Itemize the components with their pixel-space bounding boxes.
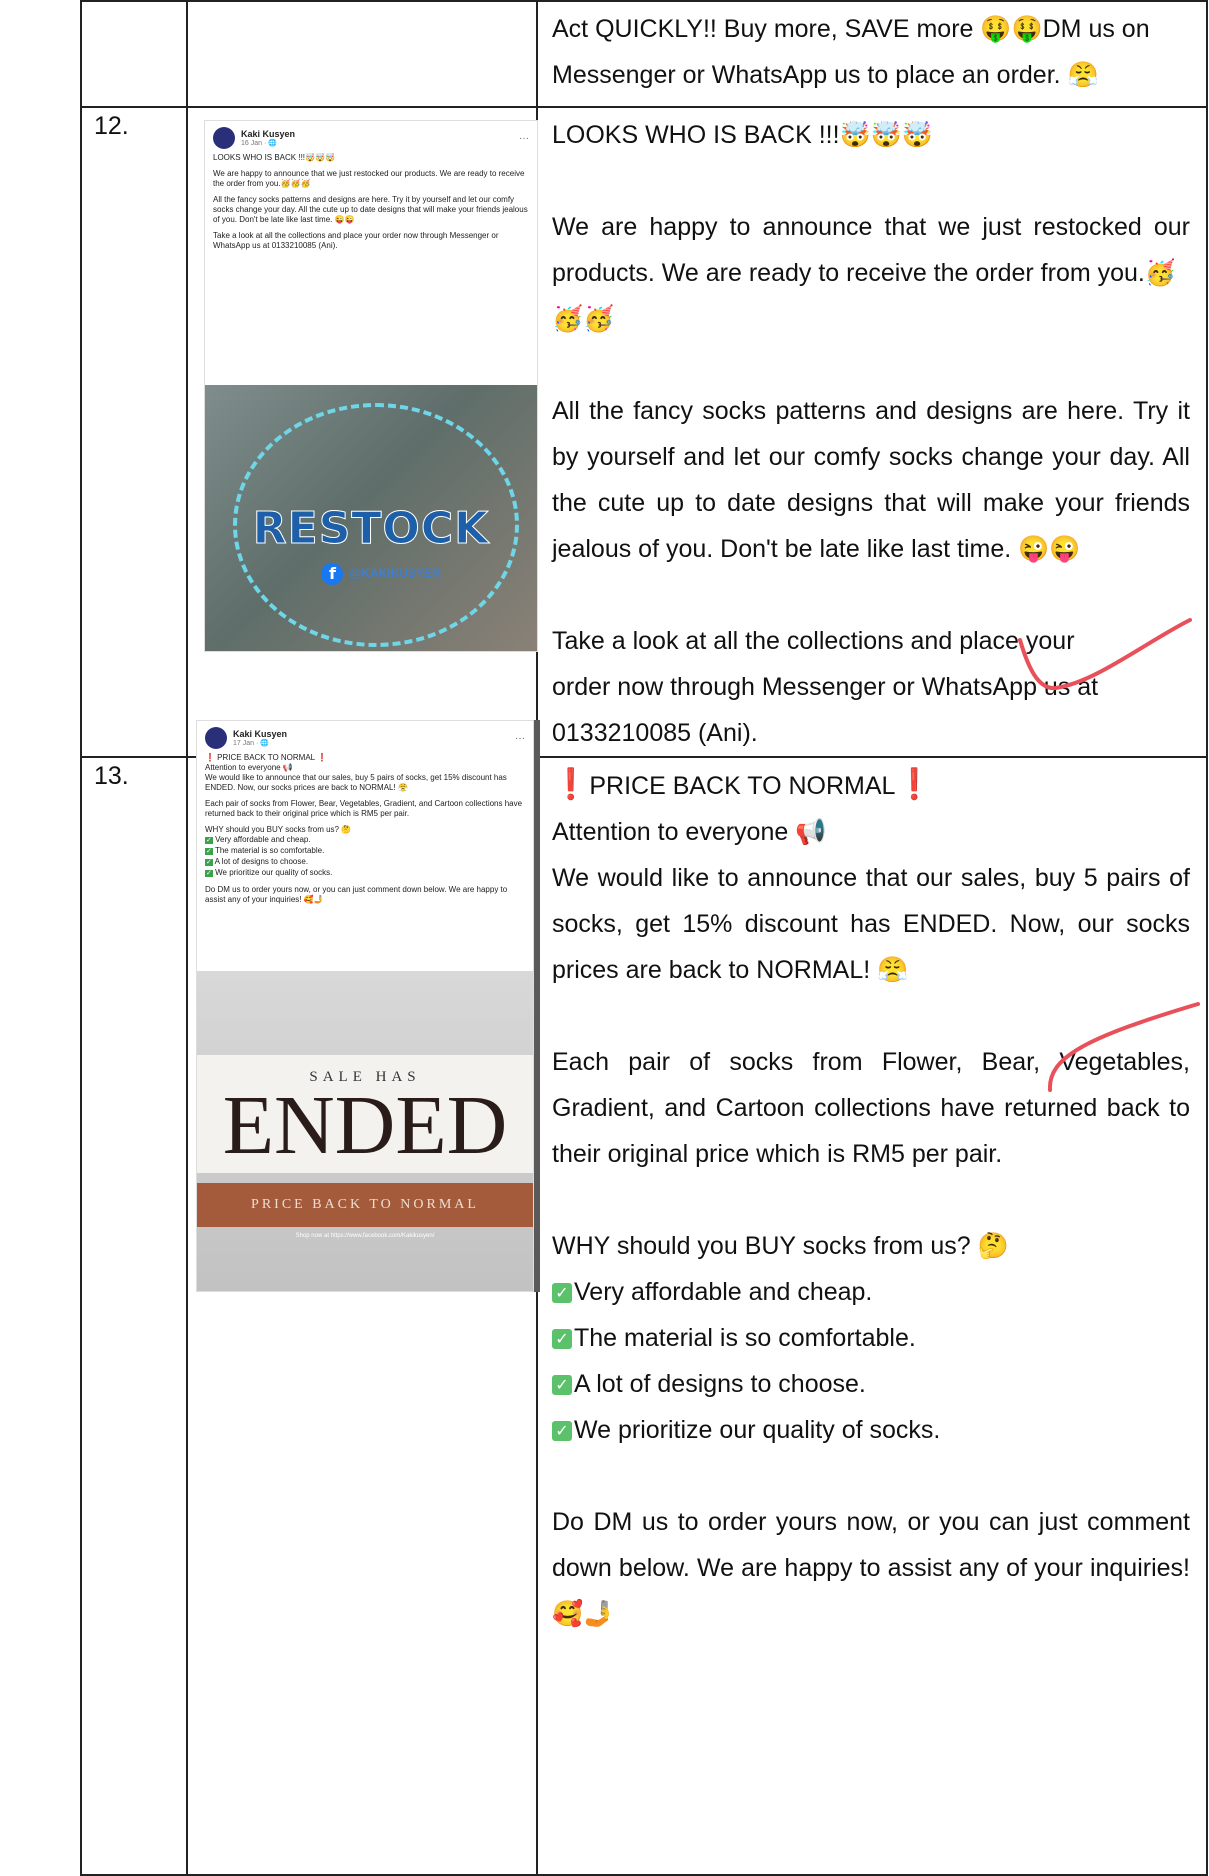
caption-emoji: 🥳🥳 [552, 305, 615, 333]
number-cell: 13. [80, 756, 188, 1876]
table-row: Act QUICKLY!! Buy more, SAVE more 🤑🤑DM u… [80, 0, 1208, 108]
caption-paragraph: Do DM us to order yours now, or you can … [552, 1508, 1190, 1628]
caption-paragraph: We are happy to announce that we just re… [552, 213, 1190, 287]
caption-text: ❗PRICE BACK TO NORMAL❗ Attention to ever… [538, 758, 1206, 1637]
check-icon: ✓ [205, 848, 213, 855]
check-icon: ✓ [552, 1283, 572, 1304]
sale-ended-image: SALE HAS ENDED PRICE BACK TO NORMAL Shop… [197, 971, 533, 1291]
post-line: We would like to announce that our sales… [205, 773, 507, 792]
dark-edge [534, 720, 540, 1292]
restock-word: RESTOCK [252, 503, 490, 555]
page-name: Kaki Kusyen [241, 128, 296, 139]
post-body: LOOKS WHO IS BACK !!!🤯🤯🤯 We are happy to… [205, 153, 537, 251]
exclamation-icon: ❗ [895, 768, 933, 801]
check-icon: ✓ [552, 1421, 572, 1442]
post-date: 16 Jan · 🌐 [241, 139, 277, 147]
row-number: 12. [94, 112, 129, 140]
benefit-text: We prioritize our quality of socks. [574, 1416, 941, 1444]
caption-paragraph: We would like to announce that our sales… [552, 864, 1190, 984]
avatar [213, 127, 235, 149]
row-number: 13. [94, 762, 129, 790]
post-line: Take a look at all the collections and p… [213, 231, 499, 250]
check-icon: ✓ [205, 837, 213, 844]
caption-line: Messenger or WhatsApp us to place an ord… [552, 61, 1099, 89]
benefit-item: ✓ Very affordable and cheap. [552, 1269, 1190, 1315]
more-icon: ··· [515, 732, 525, 744]
red-checkmark-icon [1047, 1002, 1200, 1092]
post-line: ✓ A lot of designs to choose. [205, 857, 309, 866]
caption-line: Act QUICKLY!! Buy more, SAVE more 🤑🤑DM u… [552, 15, 1150, 43]
avatar [205, 727, 227, 749]
caption-why: WHY should you BUY socks from us? 🤔 [552, 1232, 1009, 1260]
more-icon: ··· [519, 132, 529, 144]
post-header: Kaki Kusyen 17 Jan · 🌐 ··· [197, 721, 533, 753]
exclamation-icon: ❗ [552, 768, 590, 801]
benefit-text: Very affordable and cheap. [574, 1278, 873, 1306]
caption-title: LOOKS WHO IS BACK !!!🤯🤯🤯 [552, 121, 933, 149]
benefit-item: ✓ A lot of designs to choose. [552, 1361, 1190, 1407]
post-line: ✓ The material is so comfortable. [205, 846, 325, 855]
caption-title: ❗PRICE BACK TO NORMAL❗ [552, 762, 1190, 809]
caption-attention: Attention to everyone 📢 [552, 818, 827, 846]
post-line: We are happy to announce that we just re… [213, 169, 525, 188]
number-cell: 12. [80, 106, 188, 758]
image-cell [186, 0, 538, 108]
shop-link-text: Shop now at https://www.facebook.com/Kak… [295, 1233, 435, 1239]
restock-image: RESTOCK f @KAKIKUSYEN [205, 385, 537, 651]
post-line: WHY should you BUY socks from us? 🤔 [205, 825, 352, 834]
post-body: ❗ PRICE BACK TO NORMAL ❗ Attention to ev… [197, 753, 533, 905]
post-screenshot-restock: Kaki Kusyen 16 Jan · 🌐 ··· LOOKS WHO IS … [204, 120, 538, 652]
post-line: Do DM us to order yours now, or you can … [205, 885, 508, 904]
benefit-item: ✓ The material is so comfortable. [552, 1315, 1190, 1361]
post-line: ❗ PRICE BACK TO NORMAL ❗ [205, 753, 328, 762]
facebook-icon: f [321, 563, 344, 585]
caption-text: Act QUICKLY!! Buy more, SAVE more 🤑🤑DM u… [538, 2, 1206, 98]
benefit-text: The material is so comfortable. [574, 1324, 916, 1352]
caption-title-text: PRICE BACK TO NORMAL [589, 772, 896, 800]
red-checkmark-icon [1018, 618, 1192, 691]
caption-phone: 0133210085 (Ani). [552, 719, 758, 747]
post-date: 17 Jan · 🌐 [233, 739, 269, 747]
ended-text: ENDED [222, 1079, 508, 1172]
post-line: LOOKS WHO IS BACK !!!🤯🤯🤯 [213, 153, 335, 162]
caption-cell: Act QUICKLY!! Buy more, SAVE more 🤑🤑DM u… [536, 0, 1208, 108]
check-icon: ✓ [552, 1375, 572, 1396]
page-name: Kaki Kusyen [233, 728, 288, 739]
post-line: ✓ We prioritize our quality of socks. [205, 868, 333, 877]
post-screenshot-ended: Kaki Kusyen 17 Jan · 🌐 ··· ❗ PRICE BACK … [196, 720, 534, 1292]
check-icon: ✓ [205, 870, 213, 877]
check-icon: ✓ [205, 859, 213, 866]
caption-cell: ❗PRICE BACK TO NORMAL❗ Attention to ever… [536, 756, 1208, 1876]
caption-paragraph: All the fancy socks patterns and designs… [552, 397, 1190, 563]
post-header: Kaki Kusyen 16 Jan · 🌐 ··· [205, 121, 537, 153]
post-line: Each pair of socks from Flower, Bear, Ve… [205, 799, 523, 818]
post-line: ✓ Very affordable and cheap. [205, 835, 311, 844]
check-icon: ✓ [552, 1329, 572, 1350]
image-handle: f @KAKIKUSYEN [245, 563, 517, 585]
benefit-text: A lot of designs to choose. [574, 1370, 866, 1398]
number-cell [80, 0, 188, 108]
post-line: All the fancy socks patterns and designs… [213, 195, 528, 224]
price-band: PRICE BACK TO NORMAL [197, 1183, 533, 1227]
benefit-item: ✓ We prioritize our quality of socks. [552, 1407, 1190, 1453]
post-line: Attention to everyone 📢 [205, 763, 293, 772]
